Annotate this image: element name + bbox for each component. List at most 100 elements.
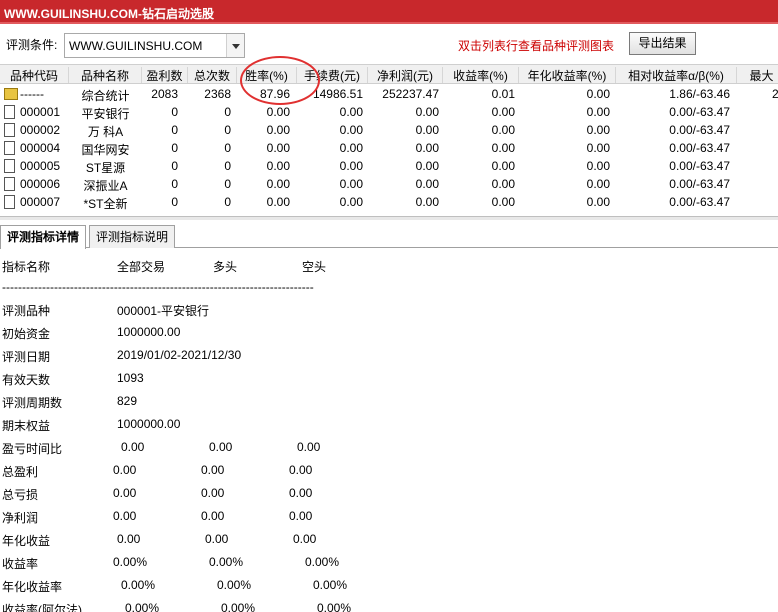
col-header-annual-return[interactable]: 年化收益率(%) [519, 67, 616, 83]
cell-name: ST星源 [85, 161, 126, 175]
metric-short: 0.00% [305, 555, 340, 569]
summary-folder-icon [4, 88, 18, 100]
cell-total-count: 0 [224, 141, 231, 155]
tab-metric-description[interactable]: 评测指标说明 [89, 225, 176, 248]
metric-all: 0.00 [113, 463, 137, 477]
metric-all: 0.00 [113, 509, 137, 523]
cell-relative-return: 1.86/-63.46 [669, 87, 730, 101]
cell-total-count: 0 [224, 177, 231, 191]
table-row[interactable]: 000001 平安银行 0 0 0.00 0.00 0.00 0.00 0.00 0.00/-63… [0, 103, 778, 121]
cell-total-count: 0 [224, 123, 231, 137]
info-label: 有效天数 [2, 373, 51, 387]
col-header-total-count[interactable]: 总次数 [188, 67, 237, 83]
metric-label: 净利润 [2, 511, 39, 525]
metric-long: 0.00% [209, 555, 244, 569]
metric-label: 年化收益 [2, 534, 51, 548]
cell-net-profit: 0.00 [415, 195, 439, 209]
detail-header-short: 空头 [302, 260, 327, 274]
export-button[interactable]: 导出结果 [629, 32, 696, 55]
cell-profit-count: 0 [171, 105, 178, 119]
condition-select[interactable]: WWW.GUILINSHU.COM [64, 33, 245, 58]
cell-return: 0.00 [491, 195, 515, 209]
detail-header-all: 全部交易 [117, 260, 166, 274]
metric-long: 0.00 [201, 463, 225, 477]
metric-label: 收益率 [2, 557, 39, 571]
col-header-return[interactable]: 收益率(%) [443, 67, 519, 83]
cell-profit-count: 0 [171, 159, 178, 173]
document-icon [4, 123, 15, 137]
tab-metric-details[interactable]: 评测指标详情 [0, 225, 87, 249]
results-grid[interactable]: ------ 综合统计 2083 2368 87.96 14986.51 252237.47… [0, 85, 778, 216]
cell-code: 000007 [20, 195, 61, 209]
metric-long: 0.00% [221, 601, 256, 612]
pane-splitter[interactable] [0, 216, 778, 220]
table-row[interactable]: ------ 综合统计 2083 2368 87.96 14986.51 252237.47… [0, 85, 778, 103]
cell-fee: 0.00 [339, 141, 363, 155]
highlight-circle [240, 56, 320, 105]
cell-relative-return: 0.00/-63.47 [669, 195, 730, 209]
detail-header-long: 多头 [213, 260, 238, 274]
cell-return: 0.00 [491, 105, 515, 119]
metric-label: 收益率(阿尔法) [2, 603, 82, 612]
metric-long: 0.00 [209, 440, 233, 454]
cell-total-count: 0 [224, 105, 231, 119]
info-label: 评测日期 [2, 350, 51, 364]
cell-annual-return: 0.00 [586, 159, 610, 173]
cell-return: 0.00 [491, 141, 515, 155]
detail-divider: ----------------------------------------… [2, 280, 314, 294]
info-label: 期末权益 [2, 419, 51, 433]
cell-fee: 0.00 [339, 123, 363, 137]
metric-all: 0.00% [121, 578, 156, 592]
cell-total-count: 0 [224, 159, 231, 173]
cell-annual-return: 0.00 [586, 87, 610, 101]
info-value: 829 [117, 394, 138, 408]
cell-relative-return: 0.00/-63.47 [669, 159, 730, 173]
cell-return: 0.00 [491, 159, 515, 173]
cell-total-count: 0 [224, 195, 231, 209]
grid-header: 品种代码 品种名称 盈利数 总次数 胜率(%) 手续费(元) 净利润(元) 收益… [0, 64, 778, 84]
col-header-relative-return[interactable]: 相对收益率α/β(%) [616, 67, 737, 83]
cell-total-count: 2368 [204, 87, 231, 101]
col-header-max[interactable]: 最大 [737, 67, 778, 83]
chevron-down-icon[interactable] [226, 34, 244, 57]
document-icon [4, 141, 15, 155]
cell-annual-return: 0.00 [586, 177, 610, 191]
cell-net-profit: 252237.47 [382, 87, 439, 101]
metric-all: 0.00% [113, 555, 148, 569]
cell-code: 000005 [20, 159, 61, 173]
cell-max: 2 [772, 87, 778, 101]
cell-net-profit: 0.00 [415, 141, 439, 155]
cell-net-profit: 0.00 [415, 159, 439, 173]
table-row[interactable]: 000007 *ST全新 0 0 0.00 0.00 0.00 0.00 0.00 0.00/-6… [0, 193, 778, 211]
cell-win-rate: 0.00 [266, 105, 290, 119]
cell-net-profit: 0.00 [415, 177, 439, 191]
cell-net-profit: 0.00 [415, 105, 439, 119]
metric-label: 年化收益率 [2, 580, 63, 594]
metric-all: 0.00 [121, 440, 145, 454]
metric-short: 0.00 [289, 486, 313, 500]
cell-return: 0.01 [491, 87, 515, 101]
metric-short: 0.00% [317, 601, 352, 612]
cell-profit-count: 0 [171, 123, 178, 137]
info-label: 评测品种 [2, 304, 51, 318]
col-header-code[interactable]: 品种代码 [0, 67, 69, 83]
condition-select-value: WWW.GUILINSHU.COM [69, 39, 203, 53]
col-header-profit-count[interactable]: 盈利数 [142, 67, 188, 83]
col-header-net-profit[interactable]: 净利润(元) [368, 67, 443, 83]
cell-return: 0.00 [491, 177, 515, 191]
cell-fee: 0.00 [339, 159, 363, 173]
table-row[interactable]: 000002 万 科A 0 0 0.00 0.00 0.00 0.00 0.00 0.00/-63… [0, 121, 778, 139]
cell-win-rate: 0.00 [266, 141, 290, 155]
col-header-name[interactable]: 品种名称 [69, 67, 142, 83]
cell-net-profit: 0.00 [415, 123, 439, 137]
cell-win-rate: 0.00 [266, 159, 290, 173]
document-icon [4, 105, 15, 119]
metric-all: 0.00 [113, 486, 137, 500]
metric-label: 盈亏时间比 [2, 442, 63, 456]
table-row[interactable]: 000004 国华网安 0 0 0.00 0.00 0.00 0.00 0.00 0.00/-63… [0, 139, 778, 157]
cell-code: 000002 [20, 123, 61, 137]
cell-relative-return: 0.00/-63.47 [669, 141, 730, 155]
table-row[interactable]: 000006 深振业A 0 0 0.00 0.00 0.00 0.00 0.00 0.00/-63… [0, 175, 778, 193]
table-row[interactable]: 000005 ST星源 0 0 0.00 0.00 0.00 0.00 0.00 0.00/-63… [0, 157, 778, 175]
metric-all: 0.00% [125, 601, 160, 612]
